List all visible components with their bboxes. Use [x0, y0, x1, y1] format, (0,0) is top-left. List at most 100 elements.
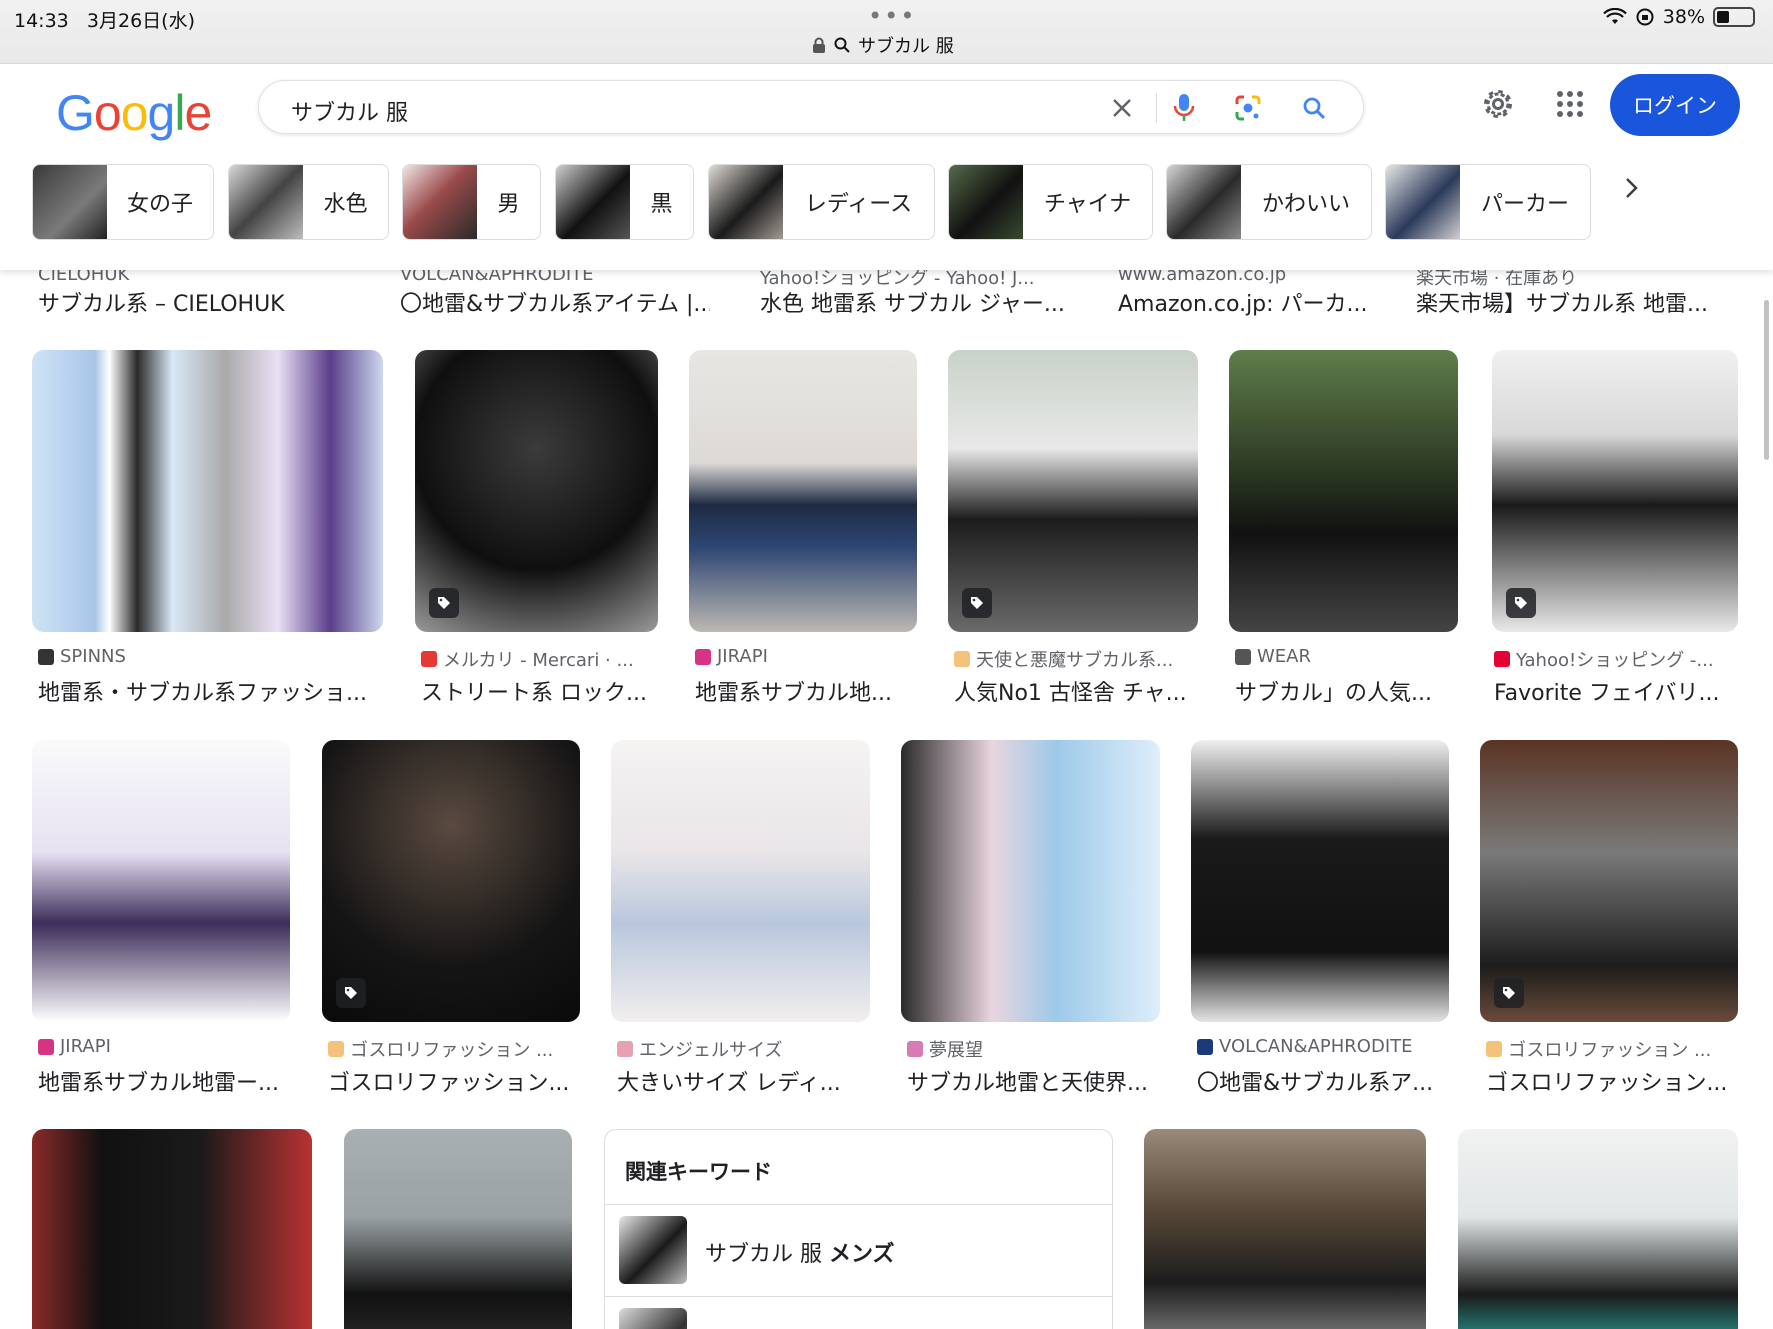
google-logo[interactable]: Google	[56, 84, 212, 142]
battery-percent: 38%	[1662, 6, 1705, 28]
result-source: ゴスロリファッション ...	[328, 1036, 580, 1062]
result-source: ゴスロリファッション ...	[1486, 1036, 1738, 1062]
result-title-link[interactable]: 楽天市場】サブカル系 地雷...	[1416, 286, 1726, 318]
chip-label: 女の子	[126, 192, 193, 217]
related-keyword-item[interactable]: サブカル 服 メンズ	[605, 1204, 1112, 1296]
chip-label: チャイナ	[1043, 192, 1132, 217]
chip-thumbnail	[556, 165, 630, 239]
chip-thumbnail	[1167, 165, 1241, 239]
chip-label: パーカー	[1480, 192, 1569, 217]
result-source: エンジェルサイズ	[617, 1036, 870, 1062]
chip-thumbnail	[949, 165, 1023, 239]
search-divider	[1156, 93, 1157, 123]
search-submit-icon[interactable]	[1299, 93, 1329, 123]
status-bar: 14:33 3月26日(水) ••• サブカル 服 38%	[0, 0, 1773, 64]
system-indicators: 38%	[1602, 6, 1755, 28]
status-time: 14:33	[14, 10, 69, 32]
result-image[interactable]	[901, 740, 1160, 1022]
search-box[interactable]: サブカル 服	[258, 80, 1364, 134]
result-image[interactable]	[689, 350, 917, 632]
chip-thumbnail	[229, 165, 303, 239]
result-title-link[interactable]: 地雷系・サブカル系ファッショ...	[38, 675, 378, 707]
settings-gear-icon[interactable]	[1478, 84, 1518, 124]
result-title-link[interactable]: サブカル地雷と天使界...	[907, 1065, 1160, 1097]
status-clock: 14:33 3月26日(水)	[14, 6, 195, 33]
result-title-link[interactable]: Amazon.co.jp: パーカ...	[1118, 286, 1378, 318]
chip-china[interactable]: チャイナ	[948, 164, 1153, 240]
result-image[interactable]	[415, 350, 658, 632]
result-image[interactable]	[1458, 1129, 1738, 1329]
result-title-link[interactable]: 〇地雷&サブカル系アイテム |...	[400, 286, 710, 318]
related-keyword-thumbnail	[619, 1216, 687, 1284]
chip-thumbnail	[1386, 165, 1460, 239]
chip-cute[interactable]: かわいい	[1166, 164, 1372, 240]
search-input[interactable]: サブカル 服	[291, 95, 408, 127]
chip-label: 水色	[323, 192, 368, 217]
status-date: 3月26日(水)	[86, 10, 195, 32]
clear-icon[interactable]	[1107, 93, 1137, 123]
result-source: 夢展望	[907, 1036, 1160, 1062]
result-title-link[interactable]: サブカル」の人気...	[1235, 675, 1459, 707]
result-image[interactable]	[948, 350, 1198, 632]
result-title-link[interactable]: ゴスロリファッション...	[1486, 1065, 1738, 1097]
apps-grid-icon[interactable]	[1550, 84, 1590, 124]
related-keywords-title: 関連キーワード	[625, 1160, 772, 1184]
result-title-link[interactable]: 地雷系サブカル地...	[695, 675, 917, 707]
result-image[interactable]	[32, 740, 290, 1022]
product-tag-icon	[1494, 978, 1524, 1008]
result-source: VOLCAN&APHRODITE	[1197, 1036, 1449, 1057]
search-icon	[834, 37, 850, 53]
result-title-link[interactable]: 人気No1 古怪舎 チャ...	[954, 675, 1198, 707]
result-title-link[interactable]: ゴスロリファッション...	[328, 1065, 580, 1097]
login-button[interactable]: ログイン	[1610, 74, 1740, 136]
orientation-lock-icon	[1636, 8, 1654, 26]
wifi-icon	[1602, 8, 1627, 24]
chip-thumbnail	[709, 165, 783, 239]
result-title-link[interactable]: Favorite フェイバリ...	[1494, 675, 1738, 707]
result-image[interactable]	[322, 740, 580, 1022]
result-image[interactable]	[1480, 740, 1738, 1022]
chip-scroll-next-chevron-icon[interactable]	[1612, 168, 1652, 208]
product-tag-icon	[429, 588, 459, 618]
address-bar[interactable]: サブカル 服	[812, 32, 954, 58]
result-image[interactable]	[1191, 740, 1449, 1022]
result-title-link[interactable]: サブカル系 – CIELOHUK	[38, 286, 338, 318]
lock-icon	[813, 37, 825, 53]
chip-ladies[interactable]: レディース	[708, 164, 935, 240]
result-image[interactable]	[344, 1129, 572, 1329]
multitasking-dots-icon[interactable]: •••	[868, 2, 916, 30]
page-scrollbar[interactable]	[1764, 300, 1769, 460]
result-title-link[interactable]: ストリート系 ロック...	[421, 675, 659, 707]
product-tag-icon	[336, 978, 366, 1008]
google-lens-icon[interactable]	[1233, 93, 1263, 123]
result-source: JIRAPI	[38, 1036, 290, 1057]
chip-label: 男	[497, 192, 520, 217]
chip-thumbnail	[33, 165, 107, 239]
microphone-icon[interactable]	[1169, 93, 1199, 123]
related-keyword-thumbnail	[619, 1308, 687, 1329]
chip-label: レディース	[804, 192, 913, 217]
related-keyword-text: サブカル 服 メンズ	[705, 1242, 895, 1267]
product-tag-icon	[1506, 588, 1536, 618]
chip-girl[interactable]: 女の子	[32, 164, 214, 240]
result-source: メルカリ - Mercari · ...	[421, 646, 659, 672]
result-image[interactable]	[1144, 1129, 1426, 1329]
related-keywords-card: 関連キーワード サブカル 服 メンズ	[604, 1129, 1113, 1329]
result-title-link[interactable]: 大きいサイズ レディ...	[617, 1065, 870, 1097]
chip-men[interactable]: 男	[402, 164, 541, 240]
result-image[interactable]	[1492, 350, 1738, 632]
chip-black[interactable]: 黒	[555, 164, 694, 240]
address-text: サブカル 服	[858, 36, 954, 57]
result-image[interactable]	[32, 1129, 312, 1329]
chip-thumbnail	[403, 165, 477, 239]
chip-light-blue[interactable]: 水色	[228, 164, 389, 240]
result-image[interactable]	[32, 350, 383, 632]
chip-hoodie[interactable]: パーカー	[1385, 164, 1591, 240]
result-title-link[interactable]: 地雷系サブカル地雷ー...	[38, 1065, 290, 1097]
related-keyword-item[interactable]	[605, 1296, 1112, 1329]
result-image[interactable]	[1229, 350, 1458, 632]
result-title-link[interactable]: 水色 地雷系 サブカル ジャー...	[760, 286, 1070, 318]
result-source: 天使と悪魔サブカル系...	[954, 646, 1198, 672]
result-title-link[interactable]: 〇地雷&サブカル系ア...	[1197, 1065, 1449, 1097]
result-image[interactable]	[611, 740, 870, 1022]
